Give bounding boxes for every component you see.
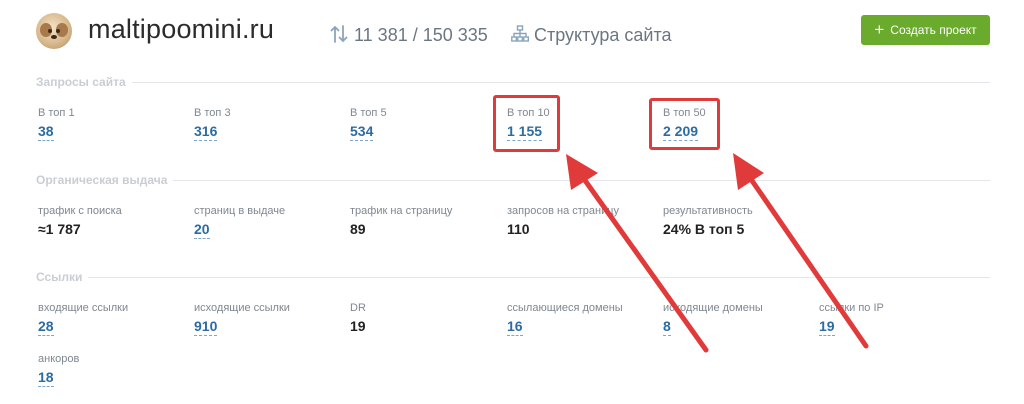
- create-project-label: Создать проект: [890, 23, 977, 37]
- plus-icon: +: [874, 19, 885, 39]
- metric-label: исходящие домены: [663, 302, 763, 314]
- avatar-eye-right: [56, 29, 60, 33]
- metric-label: страниц в выдаче: [194, 205, 286, 217]
- metric-label: результативность: [663, 205, 753, 217]
- metric-value-link[interactable]: 910: [194, 318, 218, 336]
- metric-value: 19: [350, 318, 366, 334]
- site-avatar: [36, 13, 72, 49]
- sort-arrows-icon: [330, 25, 348, 43]
- metric-value: 110: [507, 221, 530, 237]
- metric-top1: В топ 1 38: [38, 107, 75, 141]
- metric-value-link[interactable]: 534: [350, 123, 374, 141]
- metric-anchors: анкоров 18: [38, 353, 79, 387]
- section-title-links: Ссылки: [36, 270, 89, 284]
- metric-traffic-per-page: трафик на страницу 89: [350, 205, 452, 239]
- metric-label: ссылающиеся домены: [507, 302, 623, 314]
- metric-label: В топ 1: [38, 107, 75, 119]
- section-divider: [38, 277, 990, 278]
- metric-label: В топ 5: [350, 107, 387, 119]
- metric-label: исходящие ссылки: [194, 302, 290, 314]
- metric-label: входящие ссылки: [38, 302, 129, 314]
- metric-label: анкоров: [38, 353, 80, 365]
- metric-label: трафик на страницу: [350, 205, 453, 217]
- metric-value-link[interactable]: 8: [663, 318, 671, 336]
- metric-label: В топ 3: [194, 107, 231, 119]
- metric-value: 24% В топ 5: [663, 221, 745, 237]
- metric-search-traffic: трафик с поиска ≈1 787: [38, 205, 122, 239]
- metric-label: трафик с поиска: [38, 205, 122, 217]
- metric-value-link[interactable]: 19: [819, 318, 835, 336]
- metric-label: DR: [350, 302, 366, 314]
- metric-value: ≈1 787: [38, 221, 81, 237]
- metric-referring-domains: ссылающиеся домены 16: [507, 302, 623, 336]
- site-domain-title: maltipoomini.ru: [88, 14, 275, 44]
- metric-links-by-ip: ссылки по IP 19: [819, 302, 884, 336]
- metric-dr: DR 19: [350, 302, 366, 336]
- metric-top5: В топ 5 534: [350, 107, 387, 141]
- metric-value-link[interactable]: 38: [38, 123, 54, 141]
- metric-label: запросов на страницу: [507, 205, 620, 217]
- section-title-organic: Органическая выдача: [36, 173, 174, 187]
- metric-value: 89: [350, 221, 366, 237]
- metric-effectiveness: результативность 24% В топ 5: [663, 205, 753, 239]
- metric-value-link[interactable]: 18: [38, 369, 54, 387]
- sitemap-icon[interactable]: [511, 25, 529, 43]
- site-header: maltipoomini.ru 11 381 / 150 335 Структу…: [0, 0, 1024, 64]
- annotation-highlight-top10: [493, 95, 560, 152]
- create-project-button[interactable]: + Создать проект: [861, 15, 990, 45]
- metric-value-link[interactable]: 16: [507, 318, 523, 336]
- site-structure-link[interactable]: Структура сайта: [534, 25, 672, 46]
- query-counts: 11 381 / 150 335: [354, 25, 488, 45]
- metric-value-link[interactable]: 28: [38, 318, 54, 336]
- section-divider: [38, 180, 990, 181]
- section-divider: [38, 82, 990, 83]
- metric-outbound-links: исходящие ссылки 910: [194, 302, 290, 336]
- metric-label: ссылки по IP: [819, 302, 884, 314]
- metric-value-link[interactable]: 20: [194, 221, 210, 239]
- annotation-highlight-top50: [649, 98, 720, 150]
- avatar-nose: [51, 35, 57, 39]
- metric-outbound-domains: исходящие домены 8: [663, 302, 763, 336]
- metric-inbound-links: входящие ссылки 28: [38, 302, 128, 336]
- metric-top3: В топ 3 316: [194, 107, 231, 141]
- metric-value-link[interactable]: 316: [194, 123, 218, 141]
- section-title-queries: Запросы сайта: [36, 75, 132, 89]
- metric-pages-in-serp: страниц в выдаче 20: [194, 205, 285, 239]
- avatar-eye-left: [48, 29, 52, 33]
- metric-queries-per-page: запросов на страницу 110: [507, 205, 619, 239]
